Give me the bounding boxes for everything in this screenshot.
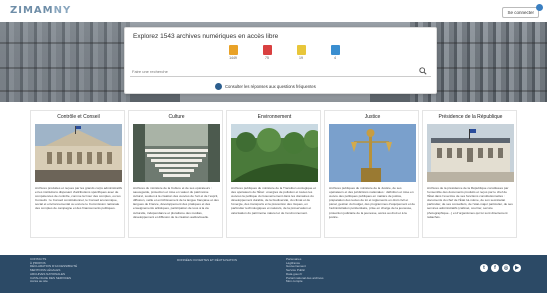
site-logo[interactable]: ZIMAMNY [10,5,71,16]
category-cards: Contrôle et Conseil Archives produites e… [30,110,517,238]
login-button[interactable]: Se connecter [502,7,539,18]
faq-link[interactable]: Consulter les réponses aux questions fré… [225,84,316,89]
search-input[interactable] [130,66,431,77]
card-description: Archives de la présidence de la Républiq… [427,186,513,219]
card-title: Contrôle et Conseil [57,114,100,120]
logo-text-part2: NY [53,5,72,16]
search-title: Explorez 1543 archives numériques en acc… [133,33,279,40]
stat-pdf[interactable]: 75 [259,45,275,60]
card-description: Archives du ministère de la Culture et d… [133,186,219,219]
search-icon[interactable] [419,67,427,75]
card-image [427,124,514,182]
footer-links-partners: Partenaires Légifrance Gouvernement Serv… [286,257,324,284]
card-environnement[interactable]: Environnement Archives publiques du mini… [226,110,321,238]
card-culture[interactable]: Culture Archives du ministère de la Cult… [128,110,223,238]
card-presidence[interactable]: Présidence de la République Archives de … [422,110,517,238]
card-image [329,124,416,182]
facebook-icon[interactable]: f [491,264,499,272]
footer-open-data-link[interactable]: DONNÉES OUVERTES ET RÉUTILISATION [177,258,237,262]
header: ZIMAMNY Se connecter [0,0,547,22]
pdf-icon [262,45,272,55]
card-controle-conseil[interactable]: Contrôle et Conseil Archives produites e… [30,110,125,238]
stat-value: 19 [299,56,303,60]
card-title: Justice [364,114,381,120]
doc-icon [228,45,238,55]
footer-links-primary: CONTACTS À PROPOS DÉCLARATION D’ACCESSIB… [30,257,77,284]
question-icon [215,83,222,90]
footer: CONTACTS À PROPOS DÉCLARATION D’ACCESSIB… [0,255,547,293]
archive-stats: 1449 75 19 4 [225,45,355,62]
card-image [231,124,318,182]
stat-image[interactable]: 19 [293,45,309,60]
card-description: Archives publiques du ministère de la Ju… [329,186,415,219]
stat-value: 75 [265,56,269,60]
card-title: Environnement [257,114,292,120]
stat-video[interactable]: 4 [327,45,343,60]
footer-link[interactable]: Accès au site [30,280,77,284]
youtube-icon[interactable]: ▶ [513,264,521,272]
stat-value: 4 [334,56,336,60]
page: ZIMAMNY Se connecter Explorez 1543 archi… [0,0,547,293]
card-description: Archives produites et reçues par les gra… [35,186,122,211]
card-title: Présidence de la République [438,114,503,120]
card-justice[interactable]: Justice Archives publiques du ministère … [324,110,419,238]
card-image [35,124,122,182]
logo-text-part1: ZIMAM [10,5,54,16]
search-panel: Explorez 1543 archives numériques en acc… [124,27,437,94]
card-title: Culture [168,114,185,120]
stat-doc[interactable]: 1449 [225,45,241,60]
social-links: t f ◎ ▶ [480,264,521,272]
instagram-icon[interactable]: ◎ [502,264,510,272]
image-icon [296,45,306,55]
card-image [133,124,220,182]
video-icon [330,45,340,55]
card-description: Archives publiques du ministère de la Tr… [231,186,316,215]
notification-badge-icon [536,4,543,11]
twitter-icon[interactable]: t [480,264,488,272]
footer-link[interactable]: Mon compte [286,280,324,284]
stat-value: 1449 [229,56,237,60]
